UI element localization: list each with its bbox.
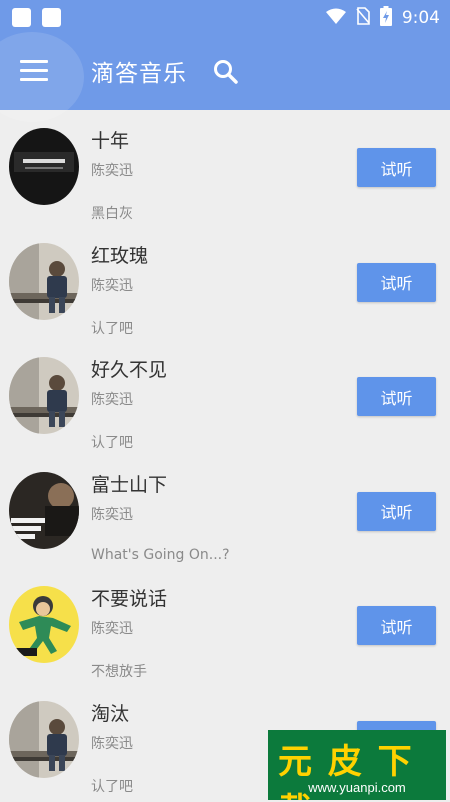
album-cover: [9, 243, 79, 320]
watermark-logo: 元 皮 下 载 www.yuanpi.com: [268, 730, 446, 800]
song-title: 好久不见: [91, 355, 167, 382]
album-cover: [9, 701, 79, 778]
song-album: 不想放手: [91, 661, 147, 681]
album-cover: [9, 357, 79, 434]
battery-charging-icon: [380, 6, 392, 30]
preview-button[interactable]: 试听: [357, 148, 436, 187]
song-title: 红玫瑰: [91, 241, 148, 268]
song-album: What's Going On...?: [91, 547, 230, 563]
album-cover: [9, 472, 79, 549]
song-artist: 陈奕迅: [91, 733, 133, 753]
watermark-url: www.yuanpi.com: [268, 780, 446, 795]
song-artist: 陈奕迅: [91, 275, 133, 295]
album-cover: [9, 128, 79, 205]
song-row[interactable]: 富士山下陈奕迅 What's Going On...? 试听: [0, 459, 450, 574]
menu-icon[interactable]: [20, 60, 48, 82]
song-row[interactable]: 好久不见陈奕迅认了吧 试听: [0, 344, 450, 459]
app-title: 滴答音乐: [91, 54, 187, 88]
preview-button[interactable]: 试听: [357, 606, 436, 645]
notification-icon: [42, 8, 61, 27]
toolbar: 滴答音乐: [0, 34, 450, 110]
song-album: 认了吧: [91, 432, 133, 452]
song-album: 黑白灰: [91, 203, 133, 223]
song-list: 十年陈奕迅黑白灰试听红玫瑰陈奕迅认了吧试听好久不见陈奕迅认了吧试听富士山下陈奕迅…: [0, 115, 450, 802]
song-row[interactable]: 不要说话陈奕迅不想放手 试听: [0, 573, 450, 688]
song-album: 认了吧: [91, 776, 133, 796]
preview-button[interactable]: 试听: [357, 263, 436, 302]
app-bar: 9:04 滴答音乐: [0, 0, 450, 110]
notification-icon: [12, 8, 31, 27]
song-artist: 陈奕迅: [91, 504, 133, 524]
song-row[interactable]: 红玫瑰陈奕迅认了吧 试听: [0, 230, 450, 345]
song-artist: 陈奕迅: [91, 618, 133, 638]
song-title: 淘汰: [91, 699, 129, 726]
no-sim-icon: [356, 7, 370, 29]
song-row[interactable]: 十年陈奕迅黑白灰 试听: [0, 115, 450, 230]
song-album: 认了吧: [91, 318, 133, 338]
search-icon[interactable]: [212, 58, 240, 86]
preview-button[interactable]: 试听: [357, 492, 436, 531]
album-cover: [9, 586, 79, 663]
status-bar: 9:04: [0, 0, 450, 34]
clock: 9:04: [402, 8, 440, 28]
song-title: 十年: [91, 126, 129, 153]
song-artist: 陈奕迅: [91, 160, 133, 180]
wifi-icon: [326, 8, 346, 28]
song-title: 不要说话: [91, 584, 167, 611]
preview-button[interactable]: 试听: [357, 377, 436, 416]
song-artist: 陈奕迅: [91, 389, 133, 409]
song-title: 富士山下: [91, 470, 167, 497]
